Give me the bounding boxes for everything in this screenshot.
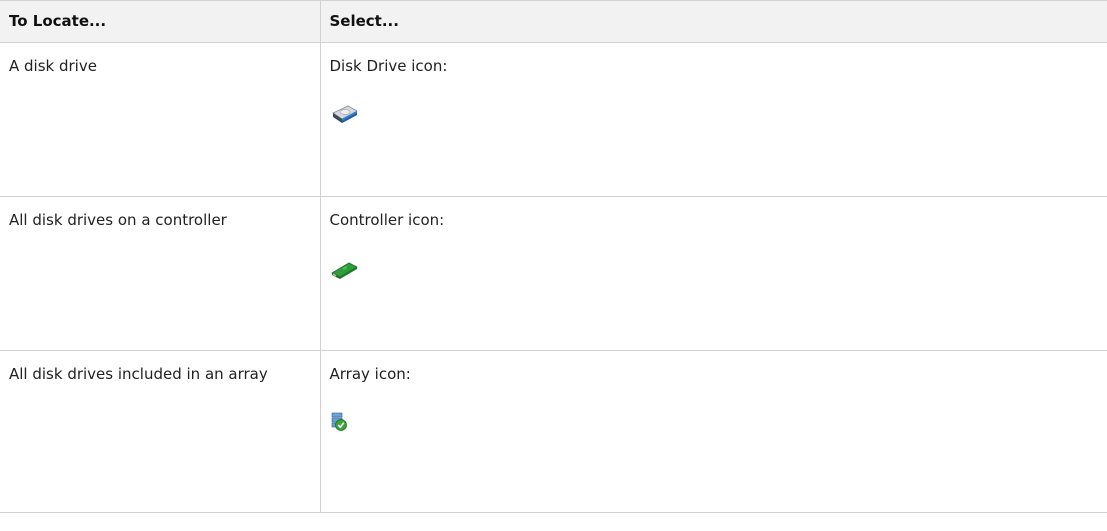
- select-label: Disk Drive icon:: [329, 57, 448, 75]
- array-icon: [330, 407, 360, 435]
- table-row: All disk drives included in an array Arr…: [0, 350, 1107, 513]
- locate-cell: A disk drive: [0, 42, 321, 197]
- table-header-row: To Locate... Select...: [0, 0, 1107, 43]
- header-select: Select...: [319, 0, 1107, 43]
- disk-drive-icon: [330, 99, 360, 127]
- select-cell: Array icon:: [319, 350, 1107, 513]
- table-row: A disk drive Disk Drive icon:: [0, 42, 1107, 197]
- table-row: All disk drives on a controller Controll…: [0, 196, 1107, 351]
- select-cell: Disk Drive icon:: [319, 42, 1107, 197]
- controller-icon: [330, 253, 360, 281]
- locate-cell: All disk drives included in an array: [0, 350, 321, 513]
- locate-cell: All disk drives on a controller: [0, 196, 321, 351]
- select-label: Controller icon:: [329, 211, 445, 229]
- locate-table: To Locate... Select... A disk drive Disk…: [0, 0, 1107, 513]
- header-to-locate: To Locate...: [0, 0, 321, 43]
- select-cell: Controller icon:: [319, 196, 1107, 351]
- select-label: Array icon:: [329, 365, 411, 383]
